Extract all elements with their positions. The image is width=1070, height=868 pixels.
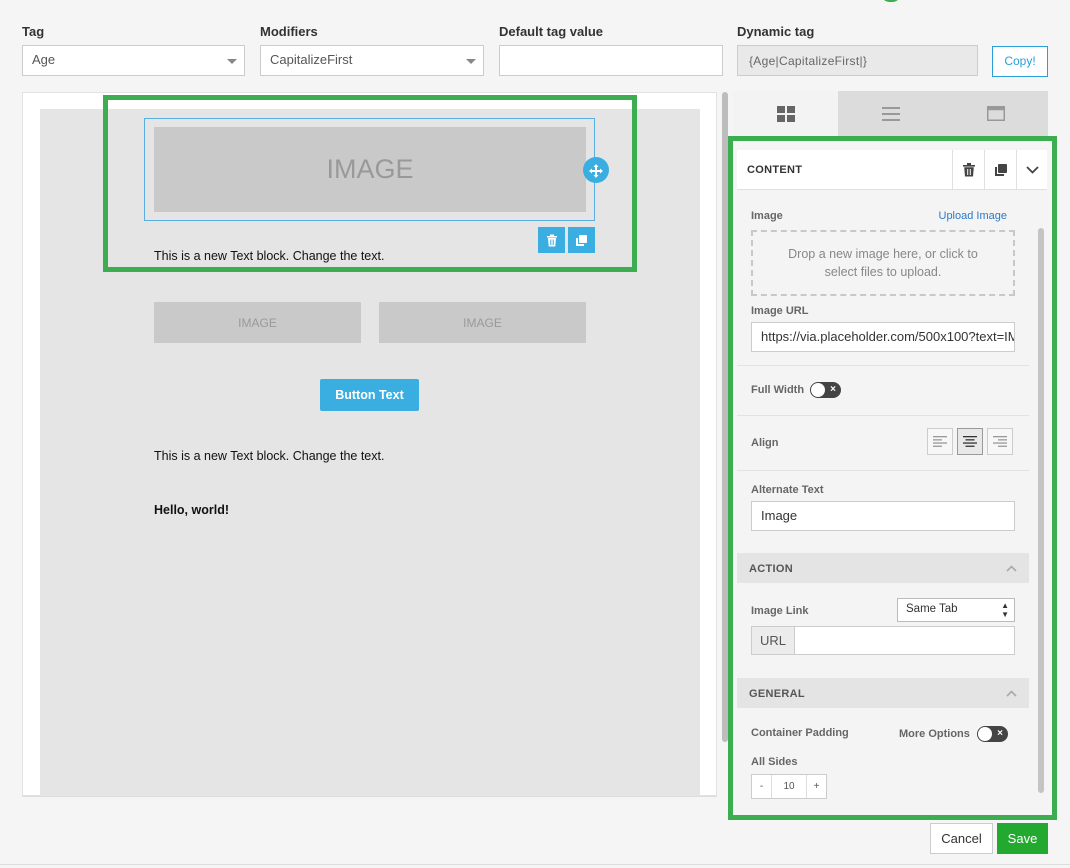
canvas-footer-strip: [22, 796, 717, 808]
bottom-divider: [0, 864, 1070, 865]
modifiers-select[interactable]: CapitalizeFirst: [260, 45, 484, 76]
tag-label: Tag: [22, 24, 45, 39]
image-placeholder-left[interactable]: IMAGE: [154, 302, 361, 343]
save-button[interactable]: Save: [997, 823, 1048, 854]
panel-tabs: [733, 91, 1048, 136]
tab-rows[interactable]: [838, 91, 943, 136]
default-tag-label: Default tag value: [499, 24, 604, 39]
tab-settings[interactable]: [943, 91, 1048, 136]
modifiers-select-value: CapitalizeFirst: [270, 52, 353, 67]
highlight-frame-panel: [728, 136, 1057, 820]
default-tag-input[interactable]: [499, 45, 723, 76]
caret-down-icon: [227, 59, 237, 64]
dynamic-tag-label: Dynamic tag: [737, 24, 815, 39]
window-icon: [986, 106, 1005, 121]
tab-content[interactable]: [733, 91, 838, 136]
copy-button[interactable]: Copy!: [992, 46, 1048, 77]
highlight-frame-canvas: [103, 95, 637, 272]
caret-down-icon: [466, 59, 476, 64]
tag-select[interactable]: Age: [22, 45, 245, 76]
text-block-2[interactable]: This is a new Text block. Change the tex…: [154, 449, 384, 463]
modifiers-label: Modifiers: [260, 24, 318, 39]
hello-text[interactable]: Hello, world!: [154, 503, 229, 517]
decorative-arc: [880, 0, 902, 2]
list-icon: [881, 106, 900, 121]
tag-select-value: Age: [32, 52, 56, 67]
image-placeholder-right[interactable]: IMAGE: [379, 302, 586, 343]
grid-icon: [776, 105, 795, 122]
cancel-button[interactable]: Cancel: [930, 823, 993, 854]
dynamic-tag-field: {Age|CapitalizeFirst|}: [737, 45, 978, 76]
canvas-button-block[interactable]: Button Text: [320, 379, 419, 411]
